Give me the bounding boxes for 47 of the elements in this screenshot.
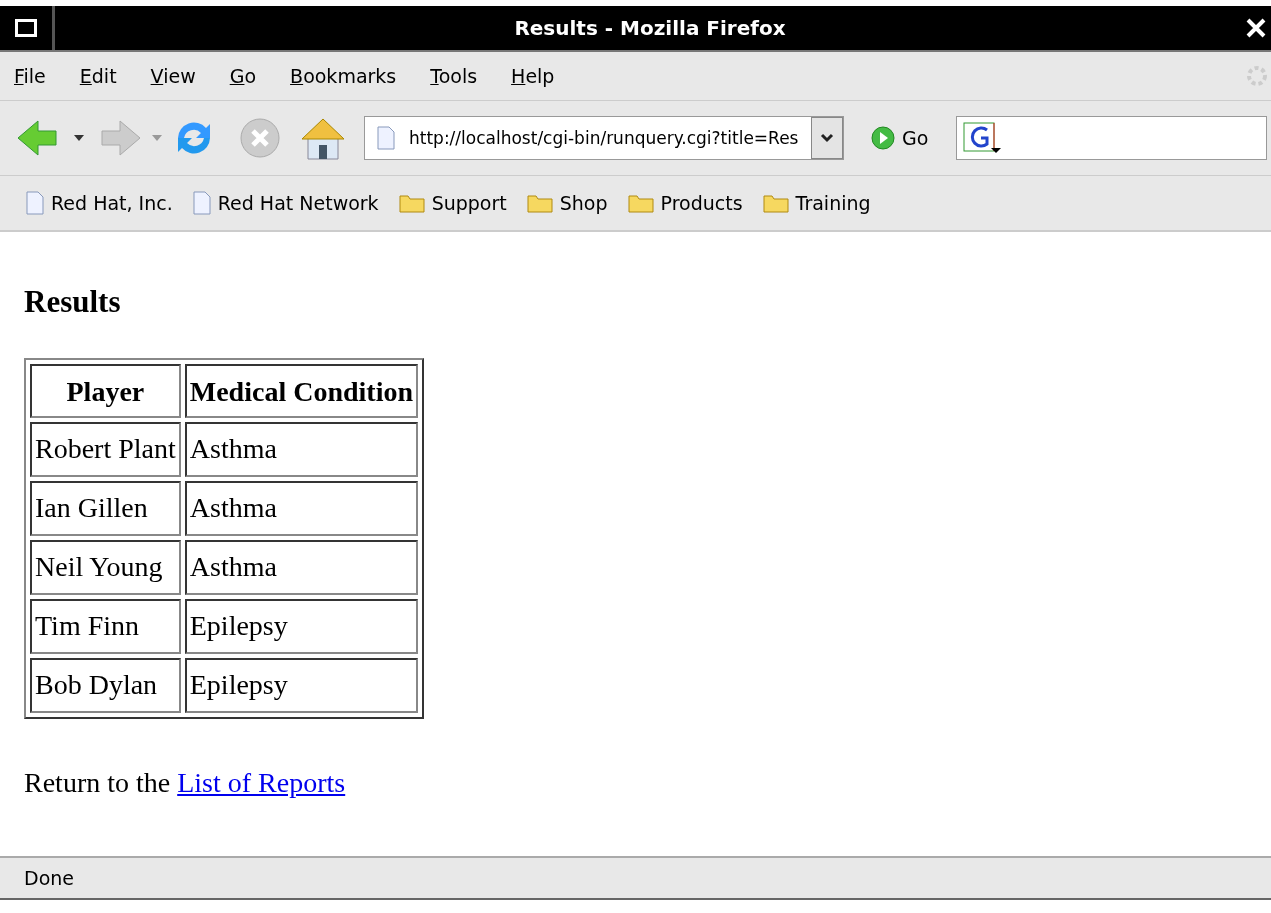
page-icon	[26, 191, 44, 215]
bookmark-item[interactable]: Shop	[526, 192, 608, 214]
menu-item[interactable]: Tools	[430, 65, 478, 87]
search-field[interactable]	[956, 116, 1267, 160]
window-menu-icon[interactable]	[15, 19, 37, 37]
table-cell: Neil Young	[30, 540, 181, 595]
table-cell: Epilepsy	[184, 599, 418, 654]
bookmark-item[interactable]: Red Hat Network	[192, 191, 379, 215]
folder-icon	[526, 193, 553, 213]
table-cell: Epilepsy	[184, 658, 418, 713]
address-bar[interactable]: http://localhost/cgi-bin/runquery.cgi?title=Res	[364, 116, 844, 160]
table-cell: Tim Finn	[30, 599, 181, 654]
page-icon	[377, 126, 395, 150]
menu-item[interactable]: Go	[229, 65, 257, 87]
status-text: Done	[24, 867, 74, 889]
folder-icon	[762, 193, 789, 213]
search-engine-icon[interactable]	[963, 122, 1004, 154]
go-button[interactable]: Go	[864, 124, 935, 152]
table-cell: Asthma	[184, 422, 418, 477]
bookmark-item[interactable]: Support	[398, 192, 507, 214]
reports-link[interactable]: List of Reports	[177, 767, 346, 798]
window-title: Results - Mozilla Firefox	[513, 16, 787, 40]
page-icon	[192, 191, 211, 215]
menu-item[interactable]: Help	[511, 65, 555, 87]
column-header: Medical Condition	[184, 364, 418, 418]
play-icon	[870, 125, 896, 151]
table-cell: Bob Dylan	[30, 658, 181, 713]
menu-item[interactable]: File	[14, 65, 46, 87]
folder-icon	[398, 193, 425, 213]
bookmark-item[interactable]: Products	[627, 192, 743, 214]
table-cell: Robert Plant	[30, 422, 181, 477]
footer-text: Return to the	[24, 767, 171, 798]
table-cell: Asthma	[184, 481, 418, 536]
chevron-icon[interactable]	[820, 133, 834, 143]
bookmark-item[interactable]: Training	[762, 192, 871, 214]
bookmark-item[interactable]: Red Hat, Inc.	[26, 191, 173, 215]
page-heading: Results	[24, 284, 122, 320]
dropdown-button[interactable]	[811, 117, 843, 159]
folder-icon	[627, 193, 654, 213]
close-icon[interactable]	[1245, 17, 1267, 39]
caret-icon[interactable]	[74, 135, 84, 141]
table-cell: Ian Gillen	[30, 481, 181, 536]
column-header: Player	[30, 364, 181, 418]
menu-item[interactable]: View	[150, 65, 196, 87]
menu-item[interactable]: Bookmarks	[290, 65, 397, 87]
menu-item[interactable]: Edit	[79, 65, 117, 87]
table-cell: Asthma	[184, 540, 418, 595]
